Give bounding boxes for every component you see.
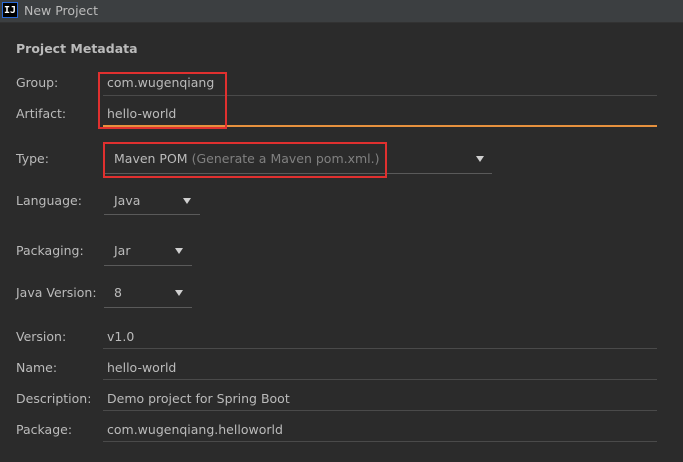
chevron-down-icon <box>175 290 183 296</box>
chevron-down-icon <box>175 248 183 254</box>
packaging-selected-value: Jar <box>114 243 131 258</box>
group-label: Group: <box>16 75 59 90</box>
name-input[interactable]: hello-world <box>107 360 176 375</box>
title-bar: IJ New Project <box>0 0 683 23</box>
name-label: Name: <box>16 360 58 375</box>
section-title: Project Metadata <box>16 41 138 56</box>
annotation-box-group-artifact <box>98 72 227 129</box>
description-label: Description: <box>16 391 92 406</box>
package-input-underline <box>103 441 657 442</box>
packaging-label: Packaging: <box>16 243 84 258</box>
java-version-selected-value: 8 <box>114 285 122 300</box>
version-label: Version: <box>16 329 67 344</box>
chevron-down-icon <box>183 198 191 204</box>
artifact-label: Artifact: <box>16 106 67 121</box>
packaging-dropdown[interactable]: Jar <box>104 236 192 266</box>
java-version-label: Java Version: <box>16 285 97 300</box>
chevron-down-icon <box>476 156 484 162</box>
annotation-box-type <box>103 142 387 178</box>
package-input[interactable]: com.wugenqiang.helloworld <box>107 422 283 437</box>
version-input-underline <box>103 348 657 349</box>
description-input-underline <box>103 410 657 411</box>
language-selected-value: Java <box>114 193 141 208</box>
name-input-underline <box>103 379 657 380</box>
package-label: Package: <box>16 422 73 437</box>
language-dropdown[interactable]: Java <box>104 186 200 215</box>
version-input[interactable]: v1.0 <box>107 329 134 344</box>
type-label: Type: <box>16 151 49 166</box>
language-label: Language: <box>16 193 82 208</box>
window-title: New Project <box>24 3 99 18</box>
intellij-idea-icon: IJ <box>2 2 18 18</box>
java-version-dropdown[interactable]: 8 <box>104 278 192 308</box>
description-input[interactable]: Demo project for Spring Boot <box>107 391 290 406</box>
